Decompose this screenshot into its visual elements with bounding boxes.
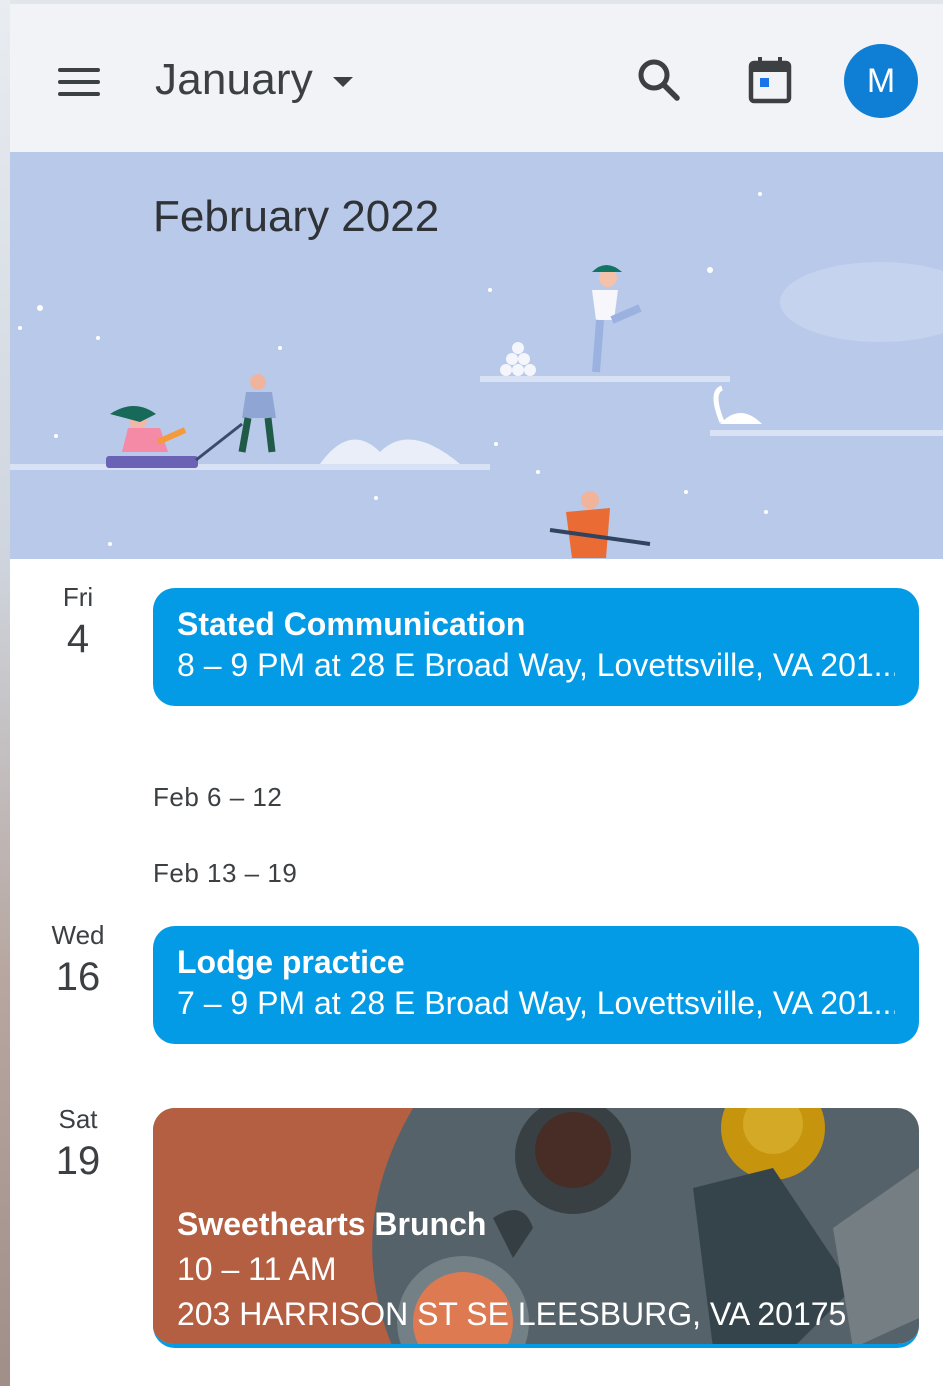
- day-of-week: Wed: [51, 920, 105, 950]
- search-icon: [638, 59, 680, 101]
- day-label: Sat 19: [18, 1104, 138, 1184]
- event-detail: 8 – 9 PM at 28 E Broad Way, Lovettsville…: [177, 647, 895, 683]
- calendar-app: January M February 2022 Fri 4 Stated Com…: [10, 0, 943, 1386]
- day-label: Wed 16: [18, 920, 138, 1000]
- event-time: 10 – 11 AM: [177, 1251, 337, 1287]
- day-of-week: Sat: [58, 1104, 98, 1134]
- month-label: January: [155, 55, 313, 104]
- banner-month-title: February 2022: [153, 192, 440, 241]
- today-button[interactable]: [738, 48, 802, 112]
- menu-icon: [58, 68, 100, 72]
- event-text: Sweethearts Brunch 10 – 11 AM 203 HARRIS…: [177, 1206, 846, 1333]
- search-button[interactable]: [627, 48, 691, 112]
- week-label: Feb 6 – 12: [153, 782, 283, 812]
- event-title: Lodge practice: [177, 944, 405, 980]
- winter-illustration: [10, 152, 943, 559]
- event-card-brunch[interactable]: Sweethearts Brunch 10 – 11 AM 203 HARRIS…: [153, 1108, 919, 1348]
- day-of-month: 16: [55, 955, 101, 999]
- event-card[interactable]: Stated Communication 8 – 9 PM at 28 E Br…: [153, 588, 919, 706]
- day-of-week: Fri: [62, 582, 94, 612]
- caret-down-icon: [332, 77, 353, 87]
- menu-button[interactable]: [48, 56, 108, 108]
- event-detail: 7 – 9 PM at 28 E Broad Way, Lovettsville…: [177, 985, 895, 1021]
- event-title: Sweethearts Brunch: [177, 1206, 487, 1242]
- app-bar: January M: [10, 0, 943, 152]
- month-banner: February 2022: [10, 152, 943, 559]
- day-of-month: 4: [66, 617, 90, 661]
- event-card[interactable]: Lodge practice 7 – 9 PM at 28 E Broad Wa…: [153, 926, 919, 1044]
- event-title: Stated Communication: [177, 606, 526, 642]
- day-label: Fri 4: [18, 582, 138, 662]
- event-location: 203 HARRISON ST SE LEESBURG, VA 20175: [177, 1296, 847, 1332]
- day-of-month: 19: [55, 1139, 101, 1183]
- calendar-today-icon: [748, 57, 792, 104]
- week-label: Feb 13 – 19: [153, 858, 298, 888]
- account-avatar[interactable]: M: [844, 44, 918, 118]
- month-selector[interactable]: January: [155, 50, 353, 110]
